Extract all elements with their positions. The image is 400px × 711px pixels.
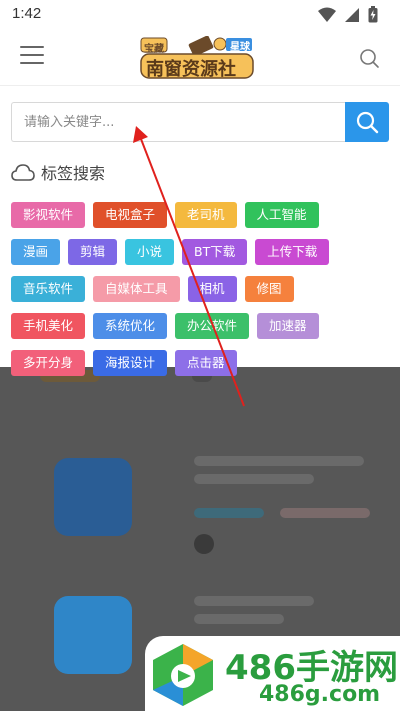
tag-chip[interactable]: 剪辑 [68, 239, 118, 265]
logo-line2: 南窗资源社 [146, 59, 236, 80]
bg-text-line [194, 474, 314, 484]
tags-header: 标签搜索 [11, 160, 105, 184]
tag-chip[interactable]: 影视软件 [11, 202, 86, 228]
tag-list: 影视软件 电视盒子 老司机 人工智能 漫画 剪辑 小说 BT下载 上传下载 音乐软件 自媒体工具 相机… [11, 202, 391, 387]
tag-row: 手机美化 系统优化 办公软件 加速器 [11, 313, 391, 339]
tag-chip[interactable]: 音乐软件 [11, 276, 86, 302]
tag-chip[interactable]: 系统优化 [93, 313, 168, 339]
bg-app-thumb [54, 458, 132, 536]
signal-icon [345, 7, 359, 22]
tag-chip[interactable]: 修图 [244, 276, 294, 302]
app-header: 星球 宝藏 南窗资源社 [0, 30, 400, 86]
watermark-domain: 486g.com [259, 682, 381, 707]
bg-text-line [194, 456, 364, 466]
tag-row: 多开分身 海报设计 点击器 [11, 350, 391, 376]
search-input[interactable] [12, 103, 345, 141]
tag-chip[interactable]: 相机 [187, 276, 237, 302]
bg-text-line [194, 596, 314, 606]
tag-chip[interactable]: 人工智能 [244, 202, 319, 228]
search-button[interactable] [345, 102, 389, 142]
tag-chip[interactable]: 海报设计 [93, 350, 168, 376]
tag-row: 影视软件 电视盒子 老司机 人工智能 [11, 202, 391, 228]
menu-bar [20, 46, 44, 48]
bg-list-item [0, 426, 400, 576]
site-watermark: 486手游网 486g.com [145, 636, 400, 711]
cloud-icon [11, 164, 35, 181]
bg-tag [280, 508, 370, 518]
wifi-icon [318, 7, 336, 22]
tag-chip[interactable]: 小说 [125, 239, 175, 265]
bg-tag [194, 508, 264, 518]
bg-app-thumb [54, 596, 132, 674]
logo-badge: 星球 [230, 42, 250, 53]
header-search-icon[interactable] [358, 47, 380, 69]
tag-chip[interactable]: 上传下载 [255, 239, 330, 265]
tag-chip[interactable]: 多开分身 [11, 350, 86, 376]
menu-bar [20, 62, 44, 64]
search-icon [356, 111, 379, 134]
battery-icon [368, 6, 378, 23]
tags-title: 标签搜索 [41, 164, 106, 183]
bg-text-line [194, 614, 284, 624]
tag-chip[interactable]: 手机美化 [11, 313, 86, 339]
logo-line1: 宝藏 [144, 44, 164, 55]
tag-row: 音乐软件 自媒体工具 相机 修图 [11, 276, 391, 302]
status-time: 1:42 [12, 5, 42, 22]
search-box [11, 102, 345, 142]
menu-button[interactable] [20, 46, 44, 68]
status-icons [318, 6, 378, 23]
tag-chip[interactable]: 办公软件 [175, 313, 250, 339]
search-panel: 标签搜索 影视软件电视盒子老司机人工智能漫画剪辑小说BT下载上传下载音乐软件自媒… [0, 86, 400, 376]
tag-chip[interactable]: 加速器 [257, 313, 319, 339]
tag-row: 漫画 剪辑 小说 BT下载 上传下载 [11, 239, 391, 265]
watermark-logo-icon [153, 644, 213, 706]
tag-chip[interactable]: 电视盒子 [93, 202, 168, 228]
status-bar: 1:42 [0, 0, 400, 30]
tag-chip[interactable]: 点击器 [175, 350, 237, 376]
tag-chip[interactable]: 老司机 [175, 202, 237, 228]
tag-chip[interactable]: BT下载 [182, 239, 248, 265]
tag-chip[interactable]: 漫画 [11, 239, 61, 265]
menu-bar [20, 54, 44, 56]
tag-chip[interactable]: 自媒体工具 [93, 276, 180, 302]
bg-avatar [194, 534, 214, 554]
